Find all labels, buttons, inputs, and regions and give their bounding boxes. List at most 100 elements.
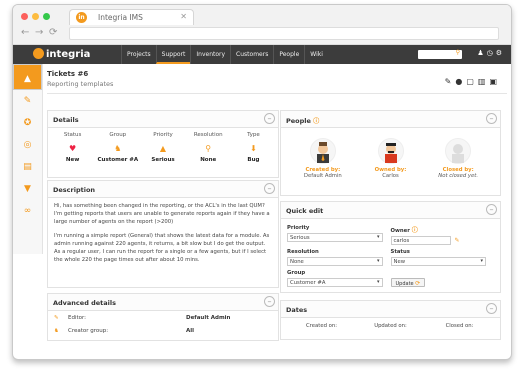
back-icon[interactable]: ← bbox=[21, 27, 29, 38]
advanced-details-panel: Advanced details – ✎ Editor: Default Admin … bbox=[47, 293, 279, 341]
quick-edit-panel: Quick edit – Priority Serious ▾ Owner ⓘ carl… bbox=[280, 201, 501, 293]
url-bar[interactable] bbox=[69, 27, 499, 40]
person-owned-by[interactable]: Owned by: Carlos bbox=[357, 138, 425, 179]
tab-title: Integria IMS bbox=[98, 13, 143, 22]
collapse-icon[interactable]: – bbox=[486, 204, 497, 215]
group-icon: ♞ bbox=[114, 144, 122, 153]
collapse-icon[interactable]: – bbox=[486, 303, 497, 314]
search-icon[interactable]: ⚲ bbox=[456, 49, 460, 56]
export-icon[interactable]: ▣ bbox=[489, 77, 501, 86]
dates-header: Dates – bbox=[281, 301, 500, 318]
ticket-actions: ✎●▢▥▣ bbox=[445, 77, 501, 86]
detail-resolution: Resolution ⚲ None bbox=[186, 132, 231, 163]
detail-group: Group ♞ Customer #A bbox=[95, 132, 140, 163]
resolution-icon: ⚲ bbox=[205, 144, 212, 153]
browser-chrome: in Integria IMS ✕ ← → ⟳ bbox=[13, 5, 511, 45]
logo-circle-icon bbox=[33, 48, 44, 59]
gear-icon[interactable]: ⚙ bbox=[496, 49, 505, 57]
updated-on-label: Updated on: bbox=[374, 323, 407, 329]
empty-avatar-icon bbox=[445, 138, 472, 164]
update-button[interactable]: Update ⟳ bbox=[390, 278, 426, 287]
forward-icon[interactable]: → bbox=[35, 27, 43, 38]
advanced-header: Advanced details – bbox=[48, 294, 278, 311]
quick-edit-header: Quick edit – bbox=[281, 202, 500, 219]
collapse-icon[interactable]: – bbox=[486, 113, 497, 124]
person-closed-by[interactable]: Closed by: Not closed yet. bbox=[424, 138, 492, 179]
main-menu: Projects Support Inventory Customers Peo… bbox=[121, 45, 328, 64]
info-icon[interactable]: ⓘ bbox=[412, 227, 418, 234]
sidebar-item-lifebuoy-icon[interactable]: ◎ bbox=[13, 134, 42, 156]
sidebar-item-link-icon[interactable]: ∞ bbox=[13, 200, 42, 222]
integria-favicon-icon: in bbox=[76, 12, 87, 23]
close-tab-icon[interactable]: ✕ bbox=[180, 12, 187, 21]
comment-icon[interactable]: ● bbox=[455, 77, 466, 86]
sidebar-item-calendar-icon[interactable]: ▤ bbox=[13, 156, 42, 178]
chevron-down-icon: ▾ bbox=[376, 279, 380, 285]
details-panel: Details – Status ♥ New Group ♞ Customer #A Pr… bbox=[47, 110, 279, 178]
status-select[interactable]: New ▾ bbox=[390, 257, 486, 266]
admin-avatar-icon bbox=[309, 138, 336, 164]
priority-icon: ▲ bbox=[159, 144, 167, 153]
nav-inventory[interactable]: Inventory bbox=[190, 45, 230, 64]
collapse-icon[interactable]: – bbox=[264, 296, 275, 307]
group-icon: ♞ bbox=[54, 327, 59, 334]
closed-on-label: Closed on: bbox=[445, 323, 474, 329]
group-select[interactable]: Customer #A ▾ bbox=[287, 278, 383, 287]
app-logo[interactable]: integria bbox=[33, 48, 90, 60]
copy-icon[interactable]: ▢ bbox=[466, 77, 478, 86]
sidebar-item-support-icon[interactable]: ▲ bbox=[13, 64, 42, 90]
close-dot-icon[interactable] bbox=[21, 13, 28, 20]
attachment-icon[interactable]: ▥ bbox=[478, 77, 490, 86]
sidebar-item-tag-icon[interactable]: ✎ bbox=[13, 90, 42, 112]
people-header: People ⓘ – bbox=[281, 111, 500, 128]
header-divider bbox=[47, 93, 507, 94]
page-subtitle: Reporting templates bbox=[47, 80, 114, 88]
description-text: Hi, has something been changed in the re… bbox=[54, 203, 270, 264]
owner-search-icon[interactable]: ✎ bbox=[455, 237, 460, 244]
advanced-row: ♞ Creator group: All bbox=[54, 327, 195, 334]
nav-support[interactable]: Support bbox=[155, 45, 191, 64]
details-header: Details – bbox=[48, 111, 278, 128]
search-input[interactable]: ⚲ bbox=[418, 49, 462, 59]
sidebar-item-award-icon[interactable]: ✪ bbox=[13, 112, 42, 134]
top-icons: ♟◷⚙ bbox=[477, 49, 505, 57]
owner-input[interactable]: carlos bbox=[390, 236, 451, 245]
edit-icon[interactable]: ✎ bbox=[445, 77, 456, 86]
info-icon[interactable]: ⓘ bbox=[313, 118, 319, 125]
nav-people[interactable]: People bbox=[273, 45, 304, 64]
nav-projects[interactable]: Projects bbox=[121, 45, 156, 64]
nav-customers[interactable]: Customers bbox=[230, 45, 273, 64]
people-panel: People ⓘ – Created by: Default Admin Owned… bbox=[280, 110, 501, 196]
dates-panel: Dates – Created on: Updated on: Closed on… bbox=[280, 300, 501, 340]
carlos-avatar-icon bbox=[377, 138, 404, 164]
detail-priority: Priority ▲ Serious bbox=[140, 132, 185, 163]
refresh-icon: ⟳ bbox=[415, 280, 421, 287]
collapse-icon[interactable]: – bbox=[264, 113, 275, 124]
person-created-by[interactable]: Created by: Default Admin bbox=[289, 138, 357, 179]
chevron-down-icon: ▾ bbox=[480, 258, 483, 264]
advanced-row: ✎ Editor: Default Admin bbox=[54, 314, 231, 321]
reload-icon[interactable]: ⟳ bbox=[49, 27, 57, 38]
sidebar: ▲ ✎ ✪ ◎ ▤ ▼ ∞ bbox=[13, 64, 43, 254]
app-navbar: integria Projects Support Inventory Cust… bbox=[13, 45, 511, 64]
pencil-icon: ✎ bbox=[54, 314, 59, 321]
browser-window: in Integria IMS ✕ ← → ⟳ integria Project… bbox=[12, 4, 512, 360]
minimize-dot-icon[interactable] bbox=[32, 13, 39, 20]
collapse-icon[interactable]: – bbox=[264, 183, 275, 194]
clock-icon[interactable]: ◷ bbox=[487, 49, 496, 57]
page-title: Tickets #6 bbox=[47, 70, 89, 78]
chevron-down-icon: ▾ bbox=[376, 234, 380, 240]
heart-icon: ♥ bbox=[69, 144, 77, 153]
detail-type: Type ⬇ Bug bbox=[231, 132, 276, 163]
description-panel: Description – Hi, has something been chan… bbox=[47, 180, 279, 288]
nav-wiki[interactable]: Wiki bbox=[304, 45, 328, 64]
created-on-label: Created on: bbox=[305, 323, 338, 329]
user-icon[interactable]: ♟ bbox=[477, 49, 486, 57]
priority-select[interactable]: Serious ▾ bbox=[287, 233, 383, 242]
type-icon: ⬇ bbox=[250, 144, 257, 153]
sidebar-item-download-icon[interactable]: ▼ bbox=[13, 178, 42, 200]
browser-tab[interactable]: in Integria IMS ✕ bbox=[69, 9, 194, 25]
maximize-dot-icon[interactable] bbox=[43, 13, 50, 20]
description-header: Description – bbox=[48, 181, 278, 198]
resolution-select[interactable]: None ▾ bbox=[287, 257, 383, 266]
